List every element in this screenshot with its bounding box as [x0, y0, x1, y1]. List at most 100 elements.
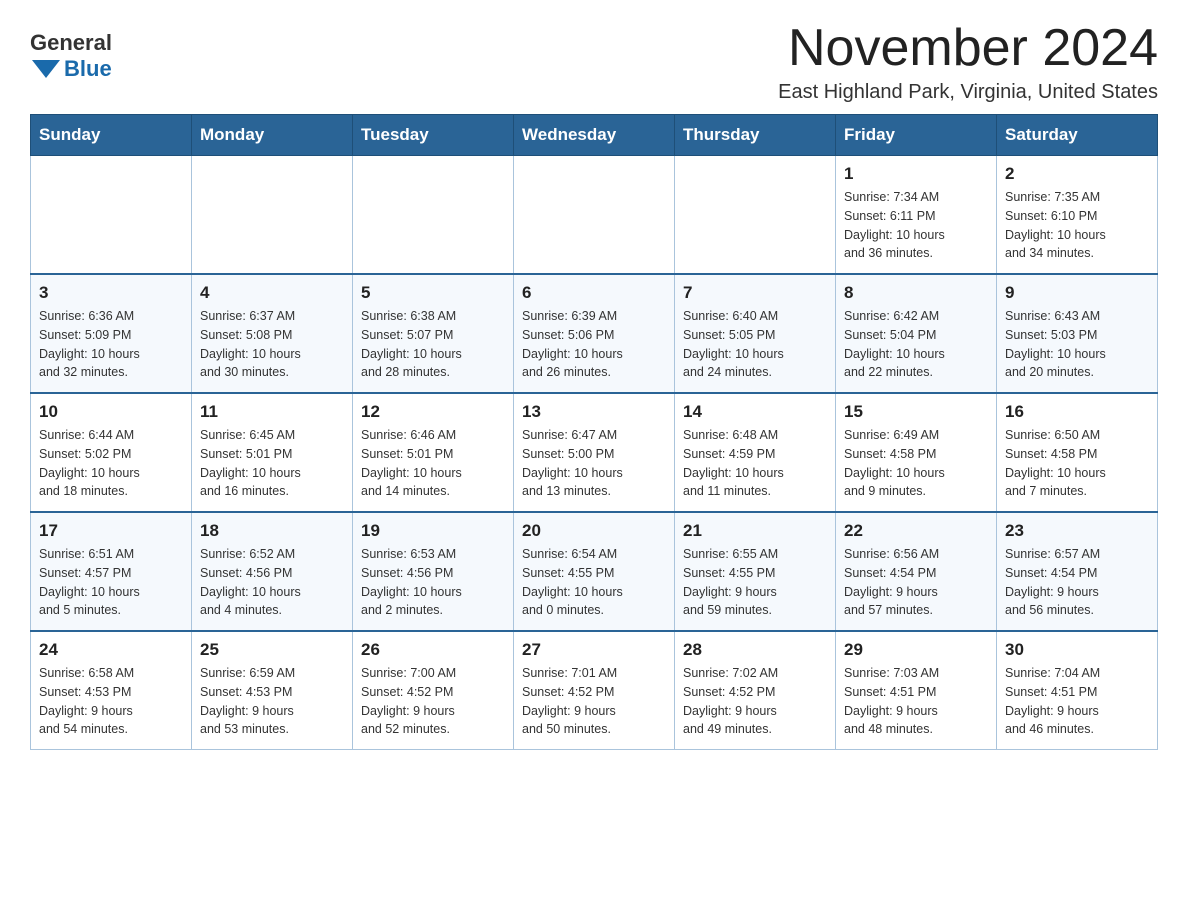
header-tuesday: Tuesday	[353, 115, 514, 156]
header-wednesday: Wednesday	[514, 115, 675, 156]
day-number: 3	[39, 283, 183, 303]
day-info: Sunrise: 6:48 AMSunset: 4:59 PMDaylight:…	[683, 426, 827, 501]
day-info: Sunrise: 6:40 AMSunset: 5:05 PMDaylight:…	[683, 307, 827, 382]
day-number: 27	[522, 640, 666, 660]
day-info: Sunrise: 6:49 AMSunset: 4:58 PMDaylight:…	[844, 426, 988, 501]
day-info: Sunrise: 6:53 AMSunset: 4:56 PMDaylight:…	[361, 545, 505, 620]
day-number: 24	[39, 640, 183, 660]
day-info: Sunrise: 6:57 AMSunset: 4:54 PMDaylight:…	[1005, 545, 1149, 620]
day-info: Sunrise: 7:35 AMSunset: 6:10 PMDaylight:…	[1005, 188, 1149, 263]
day-info: Sunrise: 6:54 AMSunset: 4:55 PMDaylight:…	[522, 545, 666, 620]
table-row: 28 Sunrise: 7:02 AMSunset: 4:52 PMDayligh…	[675, 631, 836, 750]
day-info: Sunrise: 6:55 AMSunset: 4:55 PMDaylight:…	[683, 545, 827, 620]
logo-blue-row: Blue	[30, 56, 112, 82]
table-row: 30 Sunrise: 7:04 AMSunset: 4:51 PMDayligh…	[997, 631, 1158, 750]
day-number: 29	[844, 640, 988, 660]
table-row: 7 Sunrise: 6:40 AMSunset: 5:05 PMDaylight…	[675, 274, 836, 393]
table-row: 23 Sunrise: 6:57 AMSunset: 4:54 PMDayligh…	[997, 512, 1158, 631]
table-row: 25Sunrise: 6:59 AMSunset: 4:53 PMDayligh…	[192, 631, 353, 750]
day-info: Sunrise: 7:03 AMSunset: 4:51 PMDaylight:…	[844, 664, 988, 739]
day-number: 14	[683, 402, 827, 422]
calendar-week-row: 17Sunrise: 6:51 AMSunset: 4:57 PMDayligh…	[31, 512, 1158, 631]
day-number: 15	[844, 402, 988, 422]
day-info: Sunrise: 6:45 AMSunset: 5:01 PMDaylight:…	[200, 426, 344, 501]
day-number: 30	[1005, 640, 1149, 660]
calendar-week-row: 10 Sunrise: 6:44 AMSunset: 5:02 PMDayligh…	[31, 393, 1158, 512]
table-row: 26Sunrise: 7:00 AMSunset: 4:52 PMDayligh…	[353, 631, 514, 750]
header-thursday: Thursday	[675, 115, 836, 156]
day-info: Sunrise: 6:50 AMSunset: 4:58 PMDaylight:…	[1005, 426, 1149, 501]
table-row: 18 Sunrise: 6:52 AMSunset: 4:56 PMDayligh…	[192, 512, 353, 631]
calendar-week-row: 1 Sunrise: 7:34 AMSunset: 6:11 PMDaylight…	[31, 156, 1158, 275]
day-number: 13	[522, 402, 666, 422]
day-info: Sunrise: 6:36 AMSunset: 5:09 PMDaylight:…	[39, 307, 183, 382]
day-number: 11	[200, 402, 344, 422]
table-row: 12 Sunrise: 6:46 AMSunset: 5:01 PMDayligh…	[353, 393, 514, 512]
table-row: 2Sunrise: 7:35 AMSunset: 6:10 PMDaylight…	[997, 156, 1158, 275]
day-info: Sunrise: 7:00 AMSunset: 4:52 PMDaylight:…	[361, 664, 505, 739]
logo-blue-text: Blue	[64, 56, 112, 82]
table-row: 21 Sunrise: 6:55 AMSunset: 4:55 PMDayligh…	[675, 512, 836, 631]
day-info: Sunrise: 6:44 AMSunset: 5:02 PMDaylight:…	[39, 426, 183, 501]
day-info: Sunrise: 6:46 AMSunset: 5:01 PMDaylight:…	[361, 426, 505, 501]
day-info: Sunrise: 6:58 AMSunset: 4:53 PMDaylight:…	[39, 664, 183, 739]
header-monday: Monday	[192, 115, 353, 156]
table-row: 14 Sunrise: 6:48 AMSunset: 4:59 PMDayligh…	[675, 393, 836, 512]
table-row: 3 Sunrise: 6:36 AMSunset: 5:09 PMDaylight…	[31, 274, 192, 393]
location-text: East Highland Park, Virginia, United Sta…	[778, 81, 1158, 104]
day-number: 6	[522, 283, 666, 303]
page-header: General Blue November 2024 East Highland…	[30, 20, 1158, 104]
table-row: 20 Sunrise: 6:54 AMSunset: 4:55 PMDayligh…	[514, 512, 675, 631]
day-info: Sunrise: 6:39 AMSunset: 5:06 PMDaylight:…	[522, 307, 666, 382]
day-number: 17	[39, 521, 183, 541]
day-info: Sunrise: 6:52 AMSunset: 4:56 PMDaylight:…	[200, 545, 344, 620]
header-friday: Friday	[836, 115, 997, 156]
day-number: 23	[1005, 521, 1149, 541]
day-number: 22	[844, 521, 988, 541]
day-info: Sunrise: 7:02 AMSunset: 4:52 PMDaylight:…	[683, 664, 827, 739]
day-info: Sunrise: 7:01 AMSunset: 4:52 PMDaylight:…	[522, 664, 666, 739]
day-info: Sunrise: 6:38 AMSunset: 5:07 PMDaylight:…	[361, 307, 505, 382]
day-info: Sunrise: 6:42 AMSunset: 5:04 PMDaylight:…	[844, 307, 988, 382]
day-info: Sunrise: 6:47 AMSunset: 5:00 PMDaylight:…	[522, 426, 666, 501]
table-row: 27 Sunrise: 7:01 AMSunset: 4:52 PMDayligh…	[514, 631, 675, 750]
table-row	[192, 156, 353, 275]
day-number: 10	[39, 402, 183, 422]
day-number: 12	[361, 402, 505, 422]
header-sunday: Sunday	[31, 115, 192, 156]
day-number: 4	[200, 283, 344, 303]
day-info: Sunrise: 6:43 AMSunset: 5:03 PMDaylight:…	[1005, 307, 1149, 382]
day-info: Sunrise: 7:34 AMSunset: 6:11 PMDaylight:…	[844, 188, 988, 263]
day-number: 28	[683, 640, 827, 660]
day-number: 8	[844, 283, 988, 303]
table-row: 24 Sunrise: 6:58 AMSunset: 4:53 PMDayligh…	[31, 631, 192, 750]
table-row: 1 Sunrise: 7:34 AMSunset: 6:11 PMDaylight…	[836, 156, 997, 275]
header-saturday: Saturday	[997, 115, 1158, 156]
table-row: 15 Sunrise: 6:49 AMSunset: 4:58 PMDayligh…	[836, 393, 997, 512]
table-row	[514, 156, 675, 275]
day-info: Sunrise: 7:04 AMSunset: 4:51 PMDaylight:…	[1005, 664, 1149, 739]
day-number: 1	[844, 164, 988, 184]
month-title: November 2024	[778, 20, 1158, 77]
table-row: 10 Sunrise: 6:44 AMSunset: 5:02 PMDayligh…	[31, 393, 192, 512]
table-row: 19 Sunrise: 6:53 AMSunset: 4:56 PMDayligh…	[353, 512, 514, 631]
day-number: 20	[522, 521, 666, 541]
title-block: November 2024 East Highland Park, Virgin…	[778, 20, 1158, 104]
table-row: 22Sunrise: 6:56 AMSunset: 4:54 PMDayligh…	[836, 512, 997, 631]
day-number: 18	[200, 521, 344, 541]
table-row: 17Sunrise: 6:51 AMSunset: 4:57 PMDayligh…	[31, 512, 192, 631]
day-number: 5	[361, 283, 505, 303]
day-number: 21	[683, 521, 827, 541]
logo: General Blue	[30, 30, 112, 82]
day-info: Sunrise: 6:59 AMSunset: 4:53 PMDaylight:…	[200, 664, 344, 739]
day-number: 19	[361, 521, 505, 541]
logo-triangle-icon	[32, 60, 60, 78]
table-row: 16Sunrise: 6:50 AMSunset: 4:58 PMDayligh…	[997, 393, 1158, 512]
table-row: 6 Sunrise: 6:39 AMSunset: 5:06 PMDaylight…	[514, 274, 675, 393]
table-row: 5 Sunrise: 6:38 AMSunset: 5:07 PMDaylight…	[353, 274, 514, 393]
table-row: 29 Sunrise: 7:03 AMSunset: 4:51 PMDayligh…	[836, 631, 997, 750]
day-info: Sunrise: 6:37 AMSunset: 5:08 PMDaylight:…	[200, 307, 344, 382]
day-number: 7	[683, 283, 827, 303]
table-row	[675, 156, 836, 275]
table-row: 11 Sunrise: 6:45 AMSunset: 5:01 PMDayligh…	[192, 393, 353, 512]
